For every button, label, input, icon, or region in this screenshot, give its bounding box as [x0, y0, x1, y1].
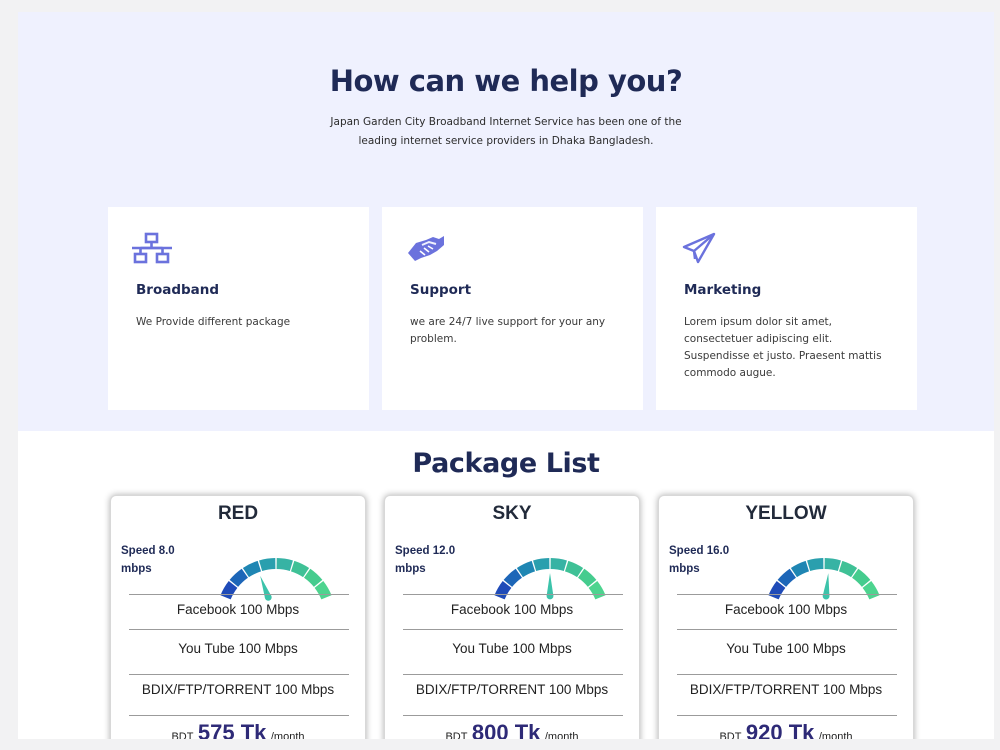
package-price: BDT 800 Tk /month	[385, 720, 639, 739]
service-description: Lorem ipsum dolor sit amet, consectetuer…	[684, 316, 882, 379]
price-amount: 800 Tk	[471, 720, 541, 739]
service-title: Marketing	[684, 282, 762, 298]
price-period: /month	[270, 731, 305, 739]
help-subtitle: Japan Garden City Broadband Internet Ser…	[330, 116, 682, 147]
feature-youtube: You Tube 100 Mbps	[726, 641, 846, 656]
speed-gauge	[220, 558, 332, 601]
speed-value: Speed 8.0	[121, 545, 175, 557]
service-card-support[interactable]: Support we are 24/7 live support for you…	[382, 207, 643, 410]
handshake-icon	[408, 236, 444, 261]
help-section: How can we help you? Japan Garden City B…	[18, 12, 994, 431]
package-speed: Speed 8.0 mbps	[121, 543, 175, 578]
divider	[129, 594, 349, 595]
divider	[677, 715, 897, 716]
package-price: BDT 575 Tk /month	[111, 720, 365, 739]
speed-value: Speed 16.0	[669, 545, 730, 557]
speed-gauge	[494, 558, 606, 600]
package-name: YELLOW	[745, 503, 827, 524]
package-card-red[interactable]: RED Speed 8.0 mbps Facebook 100 Mbps You…	[110, 495, 366, 739]
divider	[129, 674, 349, 675]
price-amount: 575 Tk	[197, 720, 267, 739]
gauge-segment	[533, 558, 550, 571]
speed-unit: mbps	[121, 562, 152, 575]
package-card-sky[interactable]: SKY Speed 12.0 mbps Facebook 100 Mbps Yo…	[384, 495, 640, 739]
package-list-title: Package List	[412, 448, 600, 479]
speed-value: Speed 12.0	[395, 545, 456, 557]
help-title: How can we help you?	[329, 64, 683, 98]
divider	[677, 629, 897, 630]
price-period: /month	[544, 731, 579, 739]
feature-facebook: Facebook 100 Mbps	[724, 602, 848, 617]
feature-facebook: Facebook 100 Mbps	[450, 602, 574, 617]
gauge-needle	[546, 573, 554, 596]
feature-facebook: Facebook 100 Mbps	[176, 602, 300, 617]
price-amount: 920 Tk	[745, 720, 815, 739]
package-name: SKY	[492, 503, 532, 524]
service-description: we are 24/7 live support for your any pr…	[410, 316, 606, 345]
gauge-segment	[807, 558, 824, 571]
speed-unit: mbps	[395, 562, 426, 575]
paper-plane-icon	[682, 232, 716, 264]
price-period: /month	[818, 731, 853, 739]
package-speed: Speed 12.0 mbps	[395, 543, 455, 578]
gauge-segment	[276, 558, 293, 571]
package-price: BDT 920 Tk /month	[659, 720, 913, 739]
divider	[403, 629, 623, 630]
gauge-segment	[259, 558, 276, 571]
speed-unit: mbps	[669, 562, 700, 575]
page: How can we help you? Japan Garden City B…	[18, 12, 994, 739]
divider	[677, 594, 897, 595]
package-card-yellow[interactable]: YELLOW Speed 16.0 mbps Facebook 100 Mbps…	[658, 495, 914, 739]
price-currency: BDT	[171, 731, 194, 739]
package-name: RED	[217, 503, 259, 524]
divider	[129, 629, 349, 630]
feature-bdix: BDIX/FTP/TORRENT 100 Mbps	[689, 682, 883, 697]
divider	[403, 674, 623, 675]
speed-gauge	[768, 558, 880, 600]
package-speed: Speed 16.0 mbps	[669, 543, 729, 578]
price-currency: BDT	[719, 731, 742, 739]
gauge-hub	[264, 593, 272, 601]
price-currency: BDT	[445, 731, 468, 739]
feature-youtube: You Tube 100 Mbps	[452, 641, 572, 656]
service-description: We Provide different package	[136, 316, 291, 328]
divider	[129, 715, 349, 716]
service-title: Broadband	[136, 282, 220, 298]
service-title: Support	[410, 282, 472, 298]
gauge-segment	[550, 558, 567, 571]
feature-bdix: BDIX/FTP/TORRENT 100 Mbps	[415, 682, 609, 697]
gauge-segment	[824, 558, 841, 571]
divider	[403, 715, 623, 716]
network-icon	[132, 232, 172, 264]
feature-bdix: BDIX/FTP/TORRENT 100 Mbps	[141, 682, 335, 697]
divider	[677, 674, 897, 675]
service-card-broadband[interactable]: Broadband We Provide different package	[108, 207, 369, 410]
divider	[403, 594, 623, 595]
service-card-marketing[interactable]: Marketing Lorem ipsum dolor sit amet, co…	[656, 207, 917, 410]
feature-youtube: You Tube 100 Mbps	[178, 641, 298, 656]
